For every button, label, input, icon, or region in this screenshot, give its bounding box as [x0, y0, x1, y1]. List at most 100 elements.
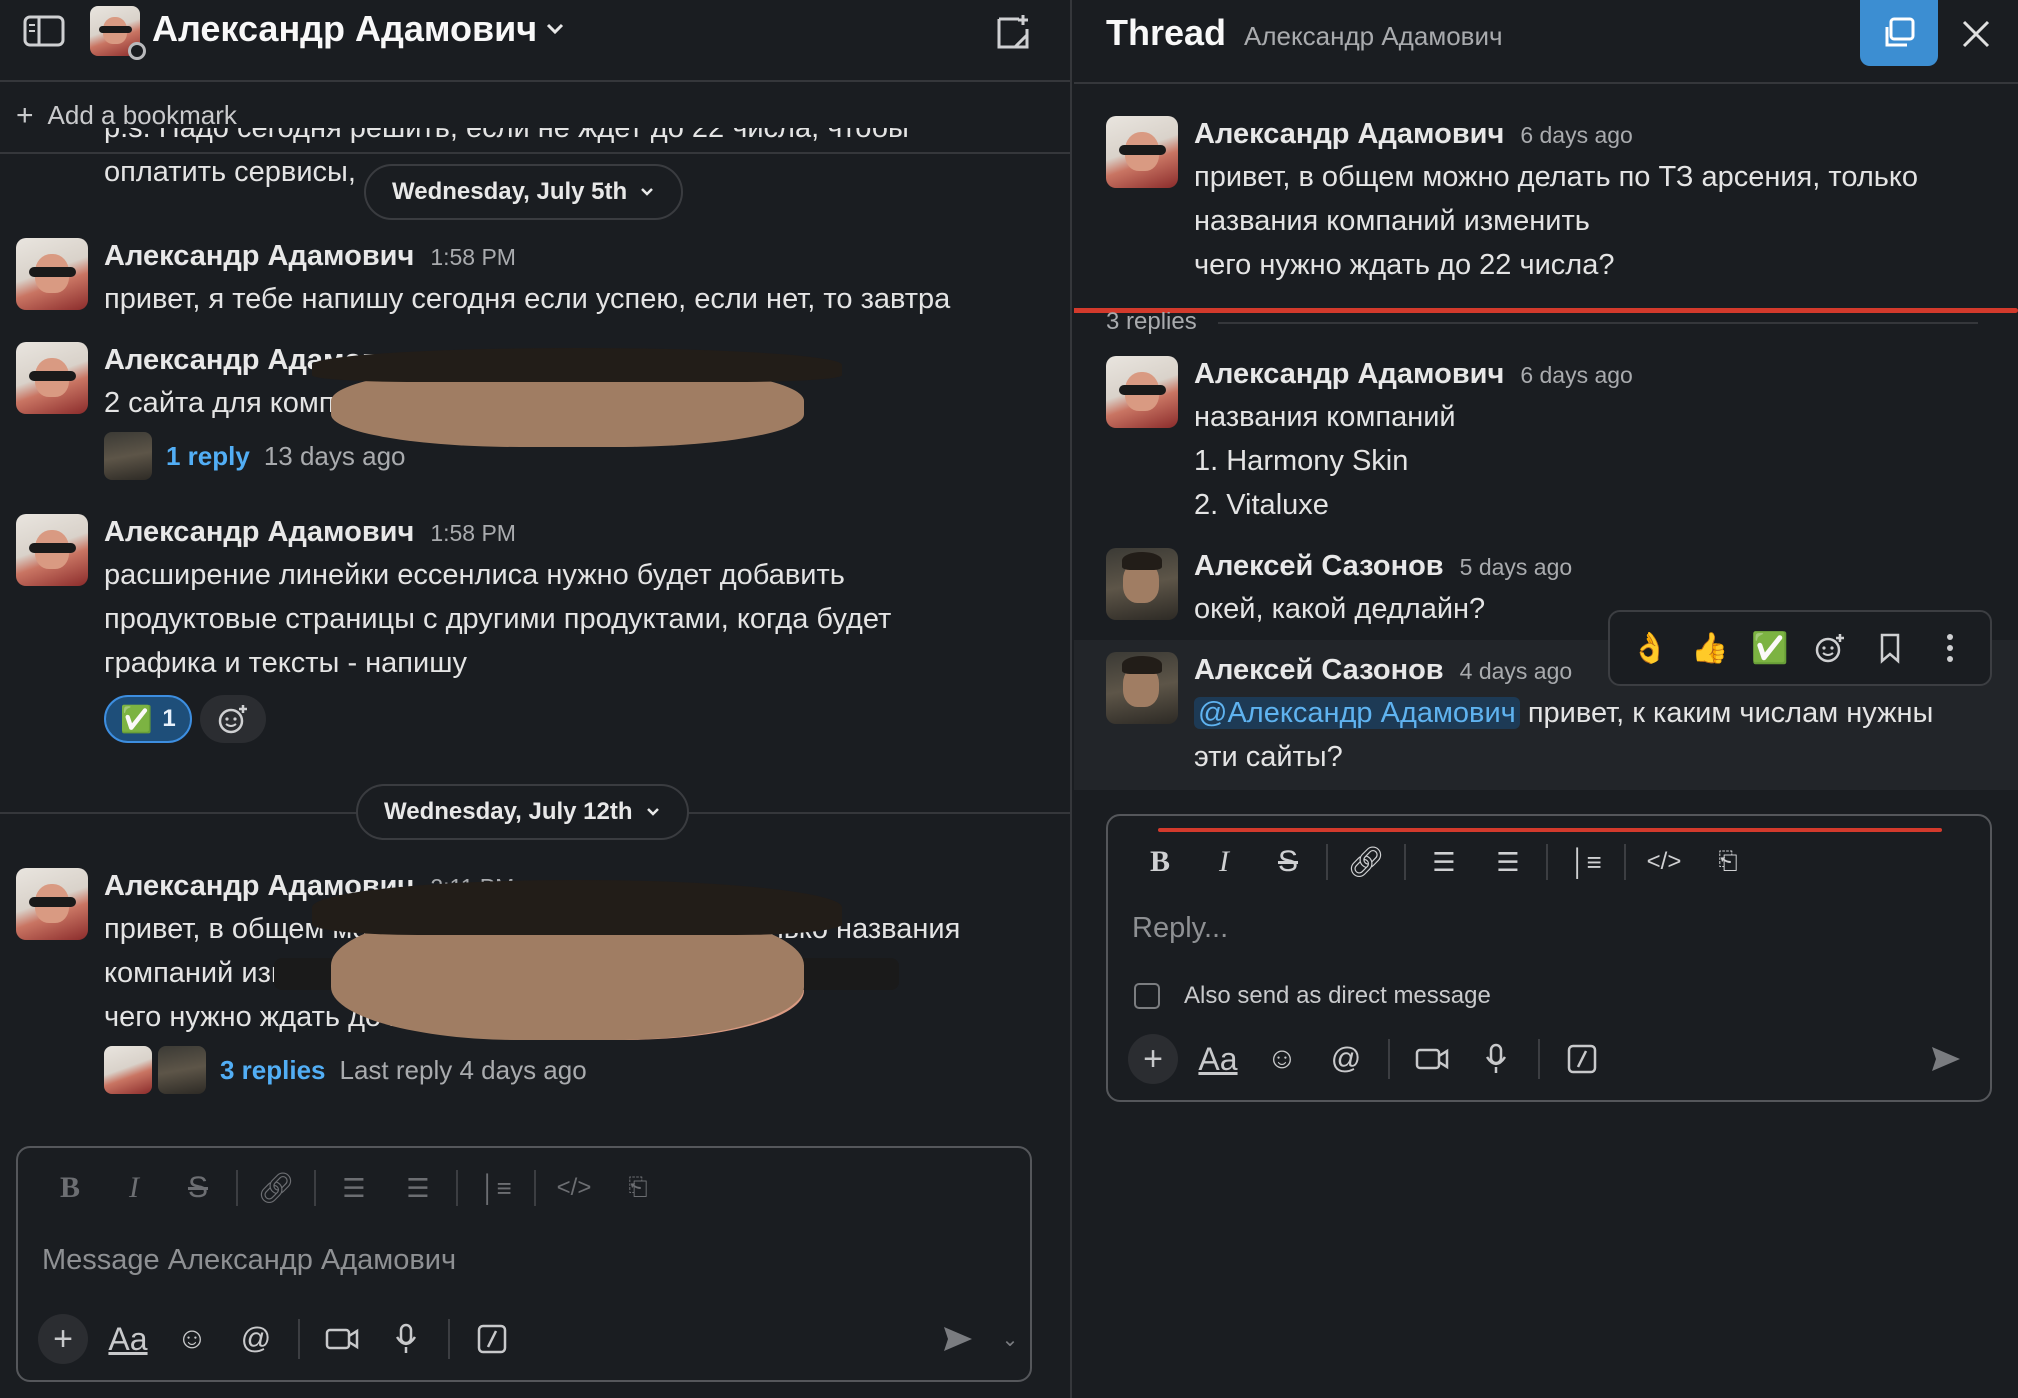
video-icon[interactable] [1400, 1029, 1464, 1089]
code-icon[interactable]: </> [542, 1158, 606, 1218]
send-icon[interactable] [1914, 1029, 1978, 1089]
check-mark-emoji: ✅ [120, 703, 153, 734]
message-time[interactable]: 6 days ago [1520, 355, 1633, 395]
user-mention[interactable]: @Александр Адамович [1194, 697, 1520, 729]
channel-avatar[interactable] [90, 6, 146, 60]
more-icon[interactable] [1924, 632, 1976, 664]
thread-subtitle[interactable]: Александр Адамович [1244, 21, 1503, 52]
thread-replies-bar[interactable]: 3 replies Last reply 4 days ago [104, 1045, 1050, 1095]
message-text: расширение линейки ессенлиса нужно будет… [104, 559, 892, 679]
message-text-part: привет, к каким числам нужны [1519, 697, 1934, 729]
close-icon [1962, 20, 1990, 48]
microphone-icon[interactable] [374, 1309, 438, 1369]
strikethrough-icon[interactable]: S [1256, 832, 1320, 892]
check-mark-emoji-button[interactable]: ✅ [1744, 631, 1796, 666]
replies-divider [1218, 322, 1978, 324]
canvas-icon[interactable] [990, 10, 1036, 56]
message-time[interactable]: 1:58 PM [430, 513, 516, 553]
shortcuts-icon[interactable] [1550, 1029, 1614, 1089]
video-icon[interactable] [310, 1309, 374, 1369]
message[interactable]: Александр Адамович2:11 PM привет, в обще… [16, 866, 1050, 1106]
code-block-icon[interactable]: ⎗ [606, 1158, 670, 1218]
microphone-icon[interactable] [1464, 1029, 1528, 1089]
date-divider-pill[interactable]: Wednesday, July 12th [356, 784, 689, 840]
plus-icon[interactable]: + [38, 1314, 88, 1364]
bullet-list-icon[interactable]: ☰ [1476, 832, 1540, 892]
message-composer[interactable]: B I S 🔗︎ ☰ ☰ │≡ </> ⎗ Message Александр … [16, 1146, 1032, 1382]
plus-icon[interactable]: + [1128, 1034, 1178, 1084]
also-send-checkbox[interactable] [1134, 983, 1160, 1009]
sidebar-toggle-icon[interactable] [18, 12, 70, 50]
channel-title[interactable]: Александр Адамович [152, 8, 565, 50]
avatar[interactable] [1106, 652, 1178, 724]
message-time[interactable]: 4 days ago [1460, 651, 1573, 691]
avatar[interactable] [16, 342, 88, 414]
chevron-down-icon [547, 23, 564, 35]
message[interactable]: Александр Адамович 1:58 PM привет, я тебе… [16, 236, 1050, 322]
link-icon[interactable]: 🔗︎ [1334, 832, 1398, 892]
formatting-toggle-icon[interactable]: Aa [1186, 1029, 1250, 1089]
emoji-icon[interactable]: ☺ [160, 1309, 224, 1369]
plus-icon: + [16, 98, 34, 132]
close-button[interactable] [1950, 8, 2002, 60]
thread-reply[interactable]: Александр Адамович 6 days ago названия ко… [1106, 354, 1978, 534]
thread-reply-composer[interactable]: B I S 🔗︎ ☰ ☰ │≡ </> ⎗ Reply... Also send… [1106, 814, 1992, 1102]
mention-icon[interactable]: @ [224, 1309, 288, 1369]
also-send-option[interactable]: Also send as direct message [1134, 982, 1491, 1010]
message-time[interactable]: 1:58 PM [430, 237, 516, 277]
reply-input[interactable]: Reply... [1132, 912, 1228, 945]
add-reaction-button[interactable] [199, 695, 266, 743]
message-author[interactable]: Алексей Сазонов [1194, 546, 1444, 586]
thread-pane: Thread Александр Адамович Александр Адам… [1074, 0, 2018, 1398]
message-time[interactable]: 6 days ago [1520, 115, 1633, 155]
link-icon[interactable]: 🔗︎ [244, 1158, 308, 1218]
code-icon[interactable]: </> [1632, 832, 1696, 892]
thread-replies-bar[interactable]: 1 reply 13 days ago [104, 431, 1050, 481]
message[interactable]: Александр Адамович1:58 PM 2 сайта для ко… [16, 340, 1050, 490]
mention-icon[interactable]: @ [1314, 1029, 1378, 1089]
thumbs-up-emoji-button[interactable]: 👍 [1684, 631, 1736, 666]
blockquote-icon[interactable]: │≡ [464, 1158, 528, 1218]
avatar[interactable] [16, 868, 88, 940]
date-divider-pill[interactable]: Wednesday, July 5th [364, 164, 684, 220]
avatar[interactable] [1106, 356, 1178, 428]
italic-icon[interactable]: I [1192, 832, 1256, 892]
reaction-pill[interactable]: ✅ 1 [104, 695, 192, 743]
replies-link[interactable]: 3 replies [220, 1055, 326, 1086]
code-block-icon[interactable]: ⎗ [1696, 832, 1760, 892]
message-author[interactable]: Александр Адамович [1194, 354, 1504, 394]
send-icon[interactable] [926, 1309, 990, 1369]
schedule-dropdown-icon[interactable]: ⌄ [990, 1309, 1030, 1369]
avatar[interactable] [16, 238, 88, 310]
message-author[interactable]: Александр Адамович [104, 236, 414, 276]
bold-icon[interactable]: B [38, 1158, 102, 1218]
avatar[interactable] [16, 514, 88, 586]
add-bookmark-button[interactable]: + Add a bookmark [16, 100, 237, 131]
italic-icon[interactable]: I [102, 1158, 166, 1218]
message-input[interactable]: Message Александр Адамович [42, 1244, 456, 1277]
strikethrough-icon[interactable]: S [166, 1158, 230, 1218]
thread-parent-message[interactable]: Александр Адамович 6 days ago привет, в о… [1106, 114, 1978, 294]
bullet-list-icon[interactable]: ☰ [386, 1158, 450, 1218]
bookmark-icon[interactable] [1864, 632, 1916, 664]
add-reaction-icon[interactable] [1804, 632, 1856, 664]
shortcuts-icon[interactable] [460, 1309, 524, 1369]
avatar[interactable] [1106, 548, 1178, 620]
emoji-icon[interactable]: ☺ [1250, 1029, 1314, 1089]
message[interactable]: Александр Адамович 1:58 PM расширение лин… [16, 512, 1050, 752]
ordered-list-icon[interactable]: ☰ [1412, 832, 1476, 892]
bold-icon[interactable]: B [1128, 832, 1192, 892]
avatar[interactable] [1106, 116, 1178, 188]
replies-link[interactable]: 1 reply [166, 441, 250, 472]
replies-count-label: 3 replies [1106, 312, 1197, 335]
message-author[interactable]: Алексей Сазонов [1194, 650, 1444, 690]
message-author[interactable]: Александр Адамович [1194, 114, 1504, 154]
message-time[interactable]: 5 days ago [1460, 547, 1573, 587]
red-annotation-line [1074, 308, 2018, 313]
blockquote-icon[interactable]: │≡ [1554, 832, 1618, 892]
ordered-list-icon[interactable]: ☰ [322, 1158, 386, 1218]
formatting-toggle-icon[interactable]: Aa [96, 1309, 160, 1369]
popout-button[interactable] [1860, 0, 1938, 66]
ok-hand-emoji-button[interactable]: 👌 [1624, 631, 1676, 666]
message-author[interactable]: Александр Адамович [104, 512, 414, 552]
